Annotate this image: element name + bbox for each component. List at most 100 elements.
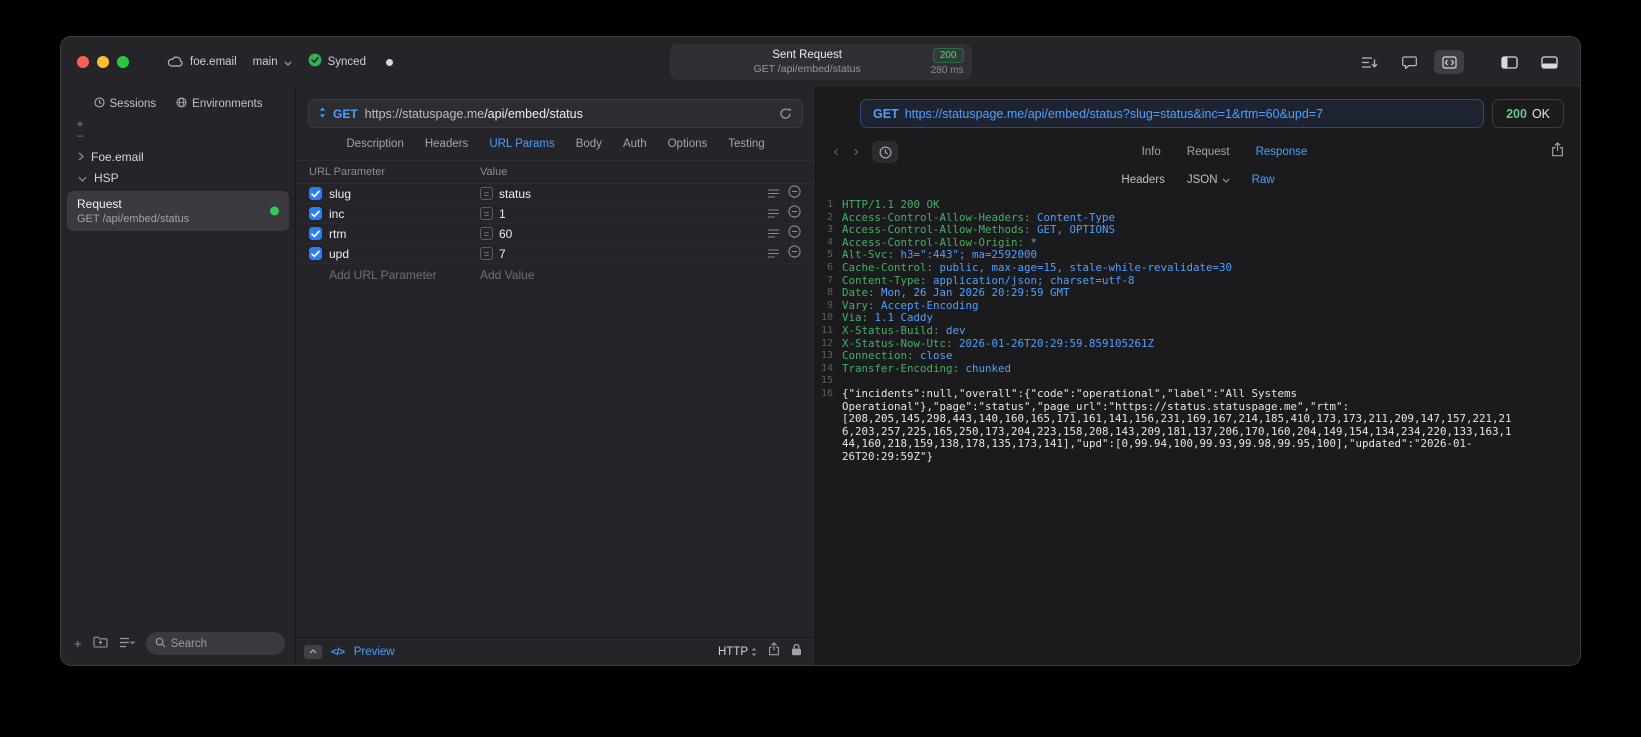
remove-item-button[interactable]: − (75, 130, 85, 142)
minimize-window-button[interactable] (97, 56, 109, 68)
folder-plus-icon (93, 636, 108, 648)
request-method[interactable]: GET (333, 107, 358, 121)
project-selector[interactable]: foe.email (167, 55, 237, 70)
response-panel: GET https://statuspage.me/api/embed/stat… (816, 87, 1580, 665)
request-summary-pill[interactable]: Sent Request GET /api/embed/status 200 2… (669, 44, 972, 80)
param-checkbox[interactable] (309, 207, 322, 220)
row-menu-icon[interactable] (768, 205, 779, 223)
chevron-down-icon (78, 171, 87, 185)
add-request-button[interactable]: + (74, 636, 82, 651)
request-summary-text: Sent Request GET /api/embed/status (684, 48, 931, 76)
sidebar-left-icon (1500, 55, 1518, 69)
sessions-icon (93, 97, 105, 111)
toggle-bottom-panel-button[interactable] (1534, 50, 1564, 74)
protocol-selector[interactable]: HTTP (718, 646, 757, 658)
param-name[interactable]: slug (329, 187, 480, 201)
sent-request-url[interactable]: GET https://statuspage.me/api/embed/stat… (860, 99, 1485, 128)
equals-icon: = (480, 187, 493, 200)
row-menu-icon[interactable] (768, 225, 779, 243)
param-checkbox[interactable] (309, 187, 322, 200)
response-status: 200 OK (1492, 99, 1564, 128)
param-value[interactable]: status (499, 187, 531, 201)
tab-response[interactable]: Response (1256, 146, 1308, 158)
row-menu-icon[interactable] (768, 245, 779, 263)
row-remove-icon[interactable] (788, 204, 801, 223)
code-preview-icon: </> (331, 645, 345, 658)
request-list-item[interactable]: Request GET /api/embed/status (67, 191, 289, 231)
line-content: Transfer-Encoding: chunked (842, 361, 1012, 375)
search-input[interactable] (170, 637, 276, 650)
sidebar: Sessions Environments + − Foe.email HSP … (61, 87, 296, 665)
tab-options[interactable]: Options (668, 138, 708, 150)
resend-request-button[interactable] (779, 107, 792, 120)
titlebar: foe.email main Synced Sent Request GET /… (61, 37, 1580, 87)
tab-auth[interactable]: Auth (623, 138, 647, 150)
tree-item-hsp[interactable]: HSP (61, 167, 295, 188)
format-tab-headers[interactable]: Headers (1121, 174, 1164, 186)
sync-status[interactable]: Synced (308, 53, 366, 72)
param-name[interactable]: inc (329, 207, 480, 221)
tab-info[interactable]: Info (1142, 146, 1161, 158)
code-export-button[interactable] (1354, 50, 1384, 74)
method-dropdown-icon (319, 105, 326, 123)
view-options-button[interactable] (119, 635, 135, 653)
param-row: rtm = 60 (296, 224, 815, 244)
chevron-down-icon (1222, 174, 1230, 186)
row-remove-icon[interactable] (788, 224, 801, 243)
request-url-bar[interactable]: GET https://statuspage.me/api/embed/stat… (308, 99, 803, 128)
zoom-window-button[interactable] (117, 56, 129, 68)
param-name[interactable]: upd (329, 247, 480, 261)
history-button[interactable] (872, 141, 898, 163)
tab-description[interactable]: Description (346, 138, 404, 150)
response-method: GET (873, 106, 899, 121)
tab-sessions[interactable]: Sessions (93, 97, 156, 111)
param-value[interactable]: 7 (499, 247, 506, 261)
layout-editor-button[interactable] (1434, 50, 1464, 74)
request-success-dot (270, 206, 279, 216)
lock-icon (792, 643, 801, 655)
add-param-name[interactable]: Add URL Parameter (329, 268, 480, 282)
row-menu-icon[interactable] (768, 185, 779, 203)
app-window: foe.email main Synced Sent Request GET /… (60, 36, 1581, 666)
tab-body[interactable]: Body (576, 138, 602, 150)
param-name[interactable]: rtm (329, 227, 480, 241)
line-number: 5 (826, 249, 833, 261)
tab-request[interactable]: Request (1187, 146, 1230, 158)
param-checkbox[interactable] (309, 227, 322, 240)
add-param-value[interactable]: Add Value (480, 268, 535, 282)
line-content: X-Status-Now-Utc: 2026-01-26T20:29:59.85… (842, 336, 1155, 350)
export-response-button[interactable] (1551, 142, 1564, 162)
history-back-button[interactable]: ‹ (826, 141, 846, 163)
format-tab-json[interactable]: JSON (1187, 174, 1230, 186)
tab-environments[interactable]: Environments (176, 97, 262, 111)
format-tab-raw[interactable]: Raw (1252, 174, 1275, 186)
row-remove-icon[interactable] (788, 184, 801, 203)
param-checkbox[interactable] (309, 247, 322, 260)
branch-selector[interactable]: main (253, 53, 292, 71)
clock-icon (878, 145, 892, 159)
close-window-button[interactable] (77, 56, 89, 68)
toggle-sidebar-button[interactable] (1494, 50, 1524, 74)
request-url[interactable]: https://statuspage.me/api/embed/status (365, 107, 583, 121)
sidebar-search[interactable] (145, 632, 285, 655)
tab-headers[interactable]: Headers (425, 138, 468, 150)
response-nav: ‹ › Info Request Response (826, 141, 1564, 163)
response-body[interactable]: 1 HTTP/1.1 200 OK 2 Access-Control-Allow-He… (816, 199, 1580, 665)
history-forward-button[interactable]: › (846, 141, 866, 163)
response-line: 14 Transfer-Encoding: chunked (816, 361, 1580, 376)
param-value[interactable]: 1 (499, 207, 506, 221)
row-remove-icon[interactable] (788, 244, 801, 263)
param-value[interactable]: 60 (499, 227, 512, 241)
preview-button[interactable]: Preview (354, 646, 395, 658)
comment-button[interactable] (1394, 50, 1424, 74)
collapse-panel-button[interactable] (304, 644, 322, 659)
lock-button[interactable] (791, 643, 802, 661)
share-request-button[interactable] (768, 642, 780, 661)
tree-item-foe-email[interactable]: Foe.email (61, 146, 295, 167)
tab-testing[interactable]: Testing (728, 138, 764, 150)
column-header-parameter: URL Parameter (309, 166, 386, 178)
request-tabs: Description Headers URL Params Body Auth Opti… (296, 128, 815, 161)
new-folder-button[interactable] (93, 635, 108, 653)
tab-url-params[interactable]: URL Params (489, 138, 554, 150)
tab-environments-label: Environments (192, 98, 263, 110)
